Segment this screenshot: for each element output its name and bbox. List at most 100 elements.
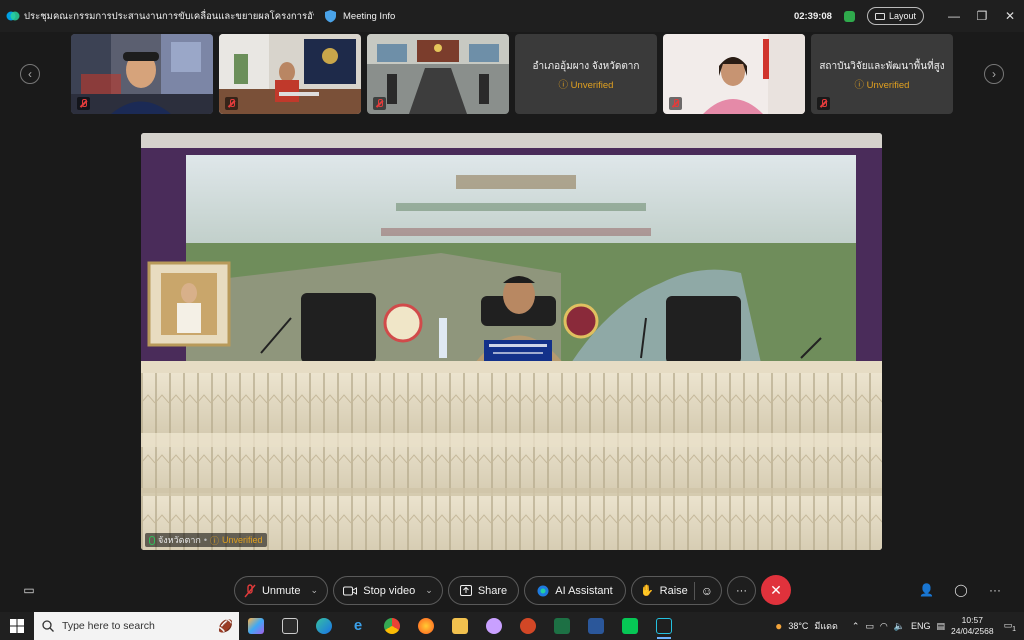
chevron-down-icon[interactable]: ⌄ bbox=[310, 585, 318, 596]
close-icon[interactable]: ✕ bbox=[996, 9, 1024, 23]
main-participant-name: จังหวัดตาก bbox=[158, 535, 201, 545]
share-label: Share bbox=[477, 584, 508, 597]
ai-assistant-icon bbox=[537, 585, 549, 596]
taskbar-powerpoint-icon[interactable] bbox=[511, 612, 545, 640]
minimize-icon[interactable]: — bbox=[940, 9, 968, 23]
network-status-icon[interactable] bbox=[843, 10, 855, 22]
unmute-label: Unmute bbox=[261, 584, 301, 597]
title-bar: ประชุมคณะกรรมการประสานงานการขับเคลื่อนแล… bbox=[0, 0, 1024, 32]
search-placeholder: Type here to search bbox=[62, 620, 155, 632]
taskbar-explorer-icon[interactable] bbox=[443, 612, 477, 640]
participant-strip: ‹ อำเภออุ้มผาง จังหวัดตาก ⓘ Unverified ส… bbox=[0, 34, 1024, 114]
warning-icon: ⓘ bbox=[210, 535, 220, 546]
network-icon[interactable]: ▭ bbox=[865, 621, 874, 632]
taskbar-firefox-icon[interactable] bbox=[409, 612, 443, 640]
weather-icon[interactable]: ● bbox=[775, 619, 782, 633]
muted-mic-icon bbox=[373, 97, 386, 110]
warning-icon: ⓘ bbox=[558, 80, 571, 91]
meeting-timer: 02:39:08 bbox=[793, 10, 832, 22]
language-indicator[interactable]: ENG bbox=[911, 621, 931, 631]
ai-assistant-button[interactable]: AI Assistant bbox=[524, 576, 626, 605]
participant-video bbox=[367, 34, 509, 114]
restore-icon[interactable]: ❐ bbox=[968, 9, 996, 23]
participant-video bbox=[663, 34, 805, 114]
chevron-up-icon[interactable]: ⌃ bbox=[852, 621, 860, 632]
captions-icon[interactable]: ▭ bbox=[22, 583, 36, 597]
volume-icon[interactable]: 🔈 bbox=[894, 621, 905, 632]
system-tray: ● 38°C มีแดด ⌃ ▭ ◠ 🔈 ENG ▤ 10:57 24/04/2… bbox=[775, 615, 1024, 637]
taskbar-ie-icon[interactable]: e bbox=[341, 612, 375, 640]
unverified-badge: ⓘ Unverified bbox=[854, 80, 910, 91]
taskbar-copilot-icon[interactable] bbox=[239, 612, 273, 640]
separator-dot: • bbox=[203, 535, 208, 545]
raise-button[interactable]: ✋ Raise ☺ bbox=[631, 576, 722, 605]
wifi-icon[interactable]: ◠ bbox=[880, 621, 888, 632]
weather-desc[interactable]: มีแดด bbox=[814, 619, 837, 633]
unmute-button[interactable]: Unmute ⌄ bbox=[234, 576, 328, 605]
taskbar-edge-icon[interactable] bbox=[307, 612, 341, 640]
scroll-right-icon[interactable]: › bbox=[984, 64, 1004, 84]
meeting-info-link[interactable]: Meeting Info bbox=[343, 11, 395, 22]
participant-tile[interactable] bbox=[367, 34, 509, 114]
more-panels-icon[interactable]: ··· bbox=[988, 583, 1002, 597]
webex-logo-icon bbox=[6, 11, 20, 21]
taskbar-line-icon[interactable] bbox=[613, 612, 647, 640]
stop-video-button[interactable]: Stop video ⌄ bbox=[333, 576, 443, 605]
clock-date: 24/04/2568 bbox=[951, 626, 994, 636]
muted-mic-icon bbox=[244, 583, 256, 597]
share-button[interactable]: Share bbox=[448, 576, 519, 605]
active-mic-icon bbox=[149, 535, 155, 545]
more-options-button[interactable]: ··· bbox=[727, 576, 756, 605]
share-icon bbox=[459, 585, 472, 596]
participant-name: อำเภออุ้มผาง จังหวัดตาก bbox=[532, 61, 640, 72]
taskbar-excel-icon[interactable] bbox=[545, 612, 579, 640]
chevron-down-icon[interactable]: ⌄ bbox=[425, 585, 433, 596]
main-video[interactable]: จังหวัดตาก • ⓘ Unverified bbox=[141, 133, 882, 550]
main-participant-label: จังหวัดตาก • ⓘ Unverified bbox=[145, 533, 267, 547]
search-highlight-icon: 🏈 bbox=[218, 619, 233, 633]
weather-temp[interactable]: 38°C bbox=[788, 621, 808, 631]
raise-hand-icon: ✋ bbox=[639, 585, 654, 597]
participant-name: สถาบันวิจัยและพัฒนาพื้นที่สูง bbox=[819, 61, 945, 72]
taskbar-chrome-icon[interactable] bbox=[375, 612, 409, 640]
taskbar-browser-icon[interactable] bbox=[477, 612, 511, 640]
participant-tile[interactable]: สถาบันวิจัยและพัฒนาพื้นที่สูง ⓘ Unverifi… bbox=[811, 34, 953, 114]
search-icon bbox=[42, 620, 54, 632]
taskbar-taskview-icon[interactable] bbox=[273, 612, 307, 640]
notification-count: 1 bbox=[1012, 625, 1016, 633]
participant-tile[interactable]: อำเภออุ้มผาง จังหวัดตาก ⓘ Unverified bbox=[515, 34, 657, 114]
tray-extra-icon[interactable]: ▤ bbox=[937, 621, 946, 632]
windows-taskbar: Type here to search 🏈 e ● 38°C มีแดด ⌃ ▭… bbox=[0, 612, 1024, 640]
chat-icon[interactable]: ◯ bbox=[954, 583, 968, 597]
participant-tile[interactable] bbox=[663, 34, 805, 114]
participant-tile[interactable] bbox=[219, 34, 361, 114]
video-camera-icon bbox=[343, 586, 358, 595]
taskbar-word-icon[interactable] bbox=[579, 612, 613, 640]
stop-video-label: Stop video bbox=[363, 584, 416, 597]
reactions-icon[interactable]: ☺ bbox=[701, 584, 713, 598]
participant-video bbox=[219, 34, 361, 114]
clock-time: 10:57 bbox=[961, 615, 983, 625]
scroll-left-icon[interactable]: ‹ bbox=[20, 64, 40, 84]
taskbar-webex-icon[interactable] bbox=[647, 612, 681, 640]
meeting-controls: ▭ Unmute ⌄ Stop video ⌄ Share AI Assista… bbox=[0, 575, 1024, 607]
participant-video bbox=[71, 34, 213, 114]
participants-icon[interactable]: 👤 bbox=[919, 583, 934, 597]
raise-label: Raise bbox=[659, 584, 688, 597]
ai-assistant-label: AI Assistant bbox=[555, 584, 613, 597]
warning-icon: ⓘ bbox=[854, 80, 867, 91]
taskbar-search-input[interactable]: Type here to search 🏈 bbox=[34, 612, 239, 640]
system-clock[interactable]: 10:57 24/04/2568 bbox=[951, 615, 994, 637]
muted-mic-icon bbox=[77, 97, 90, 110]
unverified-badge: ⓘ Unverified bbox=[558, 80, 614, 91]
layout-button[interactable]: Layout bbox=[866, 7, 924, 25]
start-button[interactable] bbox=[0, 612, 34, 640]
layout-icon bbox=[874, 12, 885, 20]
participant-tile[interactable] bbox=[71, 34, 213, 114]
shield-icon[interactable] bbox=[324, 9, 337, 23]
muted-mic-icon bbox=[817, 97, 830, 110]
end-call-button[interactable]: ✕ bbox=[761, 575, 791, 605]
notifications-icon[interactable]: ▭1 bbox=[1004, 620, 1016, 633]
unverified-badge: Unverified bbox=[222, 535, 263, 545]
muted-mic-icon bbox=[669, 97, 682, 110]
